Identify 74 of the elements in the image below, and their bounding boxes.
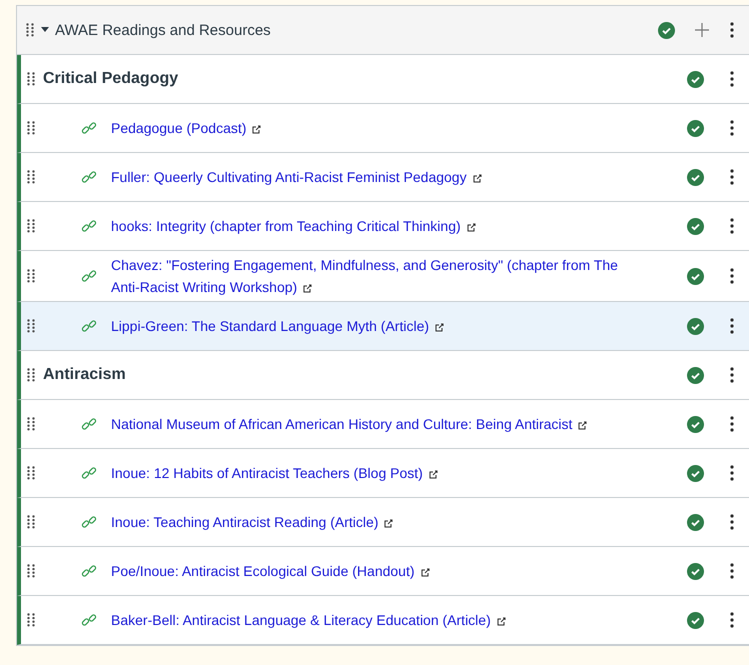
external-link-icon xyxy=(252,124,262,134)
subheader-title: Antiracism xyxy=(43,366,127,384)
external-link[interactable]: Inoue: 12 Habits of Antiracist Teachers (Blog Post) xyxy=(111,459,679,487)
subheader-title: Critical Pedagogy xyxy=(43,70,180,88)
published-icon[interactable] xyxy=(687,366,704,384)
external-link[interactable]: National Museum of African American History and Culture: Being Antiracist xyxy=(111,410,679,438)
drag-handle-icon[interactable] xyxy=(27,319,35,333)
module-title: AWAE Readings and Resources xyxy=(55,22,272,38)
more-options-icon[interactable] xyxy=(730,169,734,185)
external-link-icon xyxy=(466,222,476,232)
external-link-icon xyxy=(578,420,588,430)
published-icon[interactable] xyxy=(687,120,704,136)
external-link[interactable]: Fuller: Queerly Cultivating Anti-Racist Feminist Pedagogy xyxy=(111,163,679,191)
external-link[interactable]: Chavez: "Fostering Engagement, Mindfulness, and Generosity" (chapter from The Anti-Racist Writing Workshop) xyxy=(111,251,679,301)
external-link[interactable]: Pedagogue (Podcast) xyxy=(111,114,679,142)
external-link-icon xyxy=(303,284,312,293)
add-icon[interactable] xyxy=(695,23,709,37)
link-icon xyxy=(81,318,97,334)
external-link[interactable]: Inoue: Teaching Antiracist Reading (Article) xyxy=(111,508,679,536)
link-icon xyxy=(81,268,97,284)
published-icon[interactable] xyxy=(687,464,704,482)
drag-handle-icon[interactable] xyxy=(27,564,35,578)
external-link-icon xyxy=(435,322,444,332)
link-icon xyxy=(81,563,97,579)
published-icon[interactable] xyxy=(687,70,704,88)
link-icon xyxy=(81,465,97,481)
drag-handle-icon[interactable] xyxy=(27,515,35,529)
external-link-icon xyxy=(496,616,506,626)
external-link-icon xyxy=(472,174,482,183)
published-icon[interactable] xyxy=(687,268,704,284)
external-link-icon xyxy=(420,568,430,577)
link-icon xyxy=(81,120,97,136)
published-icon[interactable] xyxy=(687,168,704,186)
more-options-icon[interactable] xyxy=(730,218,734,234)
external-link-icon xyxy=(384,518,394,528)
link-icon xyxy=(81,416,97,432)
external-link[interactable]: Lippi-Green: The Standard Language Myth (Article) xyxy=(111,312,679,340)
link-icon xyxy=(81,612,97,628)
more-options-icon[interactable] xyxy=(730,416,734,432)
drag-handle-icon[interactable] xyxy=(27,368,35,382)
caret-icon[interactable] xyxy=(41,27,49,33)
more-options-icon[interactable] xyxy=(730,318,734,334)
more-options-icon[interactable] xyxy=(730,120,734,136)
published-icon[interactable] xyxy=(687,562,704,580)
drag-handle-icon[interactable] xyxy=(27,121,35,135)
more-options-icon[interactable] xyxy=(730,465,734,481)
more-options-icon[interactable] xyxy=(730,268,734,284)
drag-handle-icon[interactable] xyxy=(27,269,35,283)
external-link-icon xyxy=(428,470,438,479)
drag-handle-icon[interactable] xyxy=(27,170,35,184)
more-options-icon[interactable] xyxy=(730,612,734,628)
published-icon[interactable] xyxy=(687,612,704,628)
more-options-icon[interactable] xyxy=(730,367,734,383)
more-options-icon[interactable] xyxy=(730,514,734,530)
more-options-icon[interactable] xyxy=(730,563,734,579)
published-icon[interactable] xyxy=(687,416,704,432)
published-icon[interactable] xyxy=(658,22,675,38)
link-icon xyxy=(81,169,97,185)
drag-handle-icon[interactable] xyxy=(27,417,35,431)
drag-handle-icon[interactable] xyxy=(27,219,35,233)
external-link[interactable]: Baker-Bell: Antiracist Language & Literacy Education (Article) xyxy=(111,606,679,634)
external-link[interactable]: hooks: Integrity (chapter from Teaching Critical Thinking) xyxy=(111,212,679,240)
link-icon xyxy=(81,514,97,530)
link-icon xyxy=(81,218,97,234)
drag-handle-icon[interactable] xyxy=(27,613,35,627)
drag-handle-icon[interactable] xyxy=(27,72,35,86)
published-icon[interactable] xyxy=(687,318,704,334)
drag-handle-icon[interactable] xyxy=(26,23,34,37)
published-icon[interactable] xyxy=(687,514,704,530)
published-icon[interactable] xyxy=(687,218,704,234)
more-options-icon[interactable] xyxy=(730,71,734,87)
drag-handle-icon[interactable] xyxy=(27,466,35,480)
more-options-icon[interactable] xyxy=(730,22,734,38)
external-link[interactable]: Poe/Inoue: Antiracist Ecological Guide (Handout) xyxy=(111,557,679,585)
